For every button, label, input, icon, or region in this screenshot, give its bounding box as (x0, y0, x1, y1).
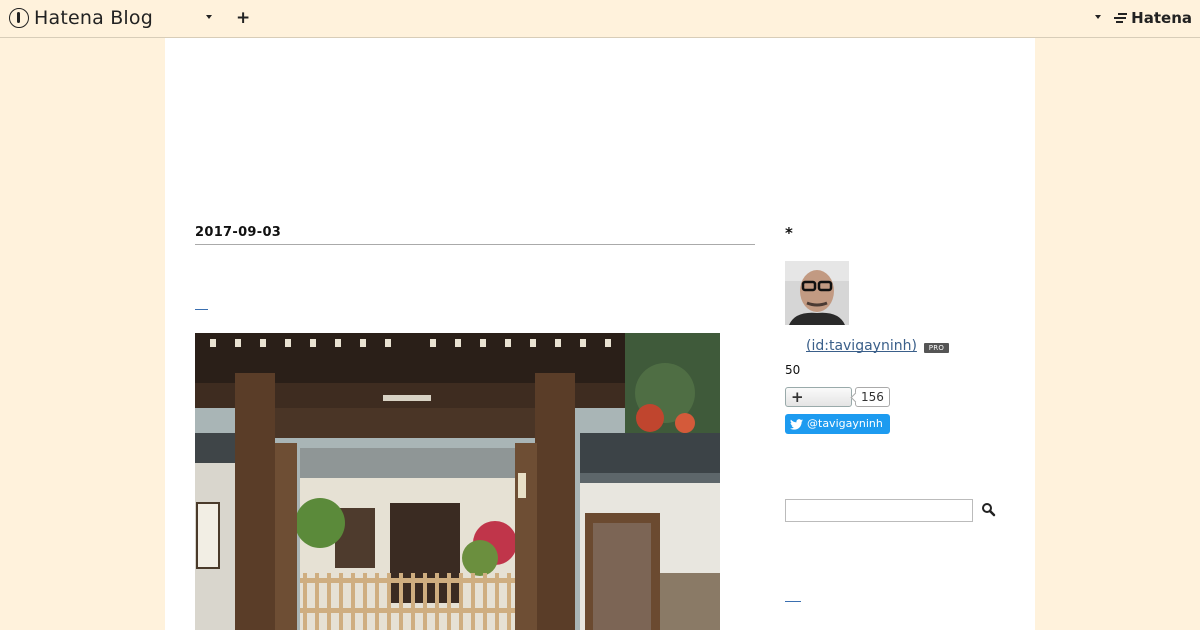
blog-menu-caret-icon[interactable] (206, 15, 212, 19)
twitter-follow-button[interactable]: @tavigayninh (785, 414, 890, 434)
hatena-icon (1114, 12, 1128, 24)
avatar[interactable] (785, 261, 849, 325)
blog-page: 2017-09-03 * (id:tavigayninh) PRO 50 + 1… (165, 38, 1035, 630)
pro-badge: PRO (924, 343, 949, 353)
subscribe-button[interactable]: + (785, 387, 852, 407)
entry-title-link[interactable] (195, 308, 208, 310)
search-icon (982, 503, 996, 517)
twitter-handle: @tavigayninh (807, 417, 883, 430)
temple-gate-photo (195, 333, 720, 630)
subscriber-count: 156 (855, 387, 890, 407)
hatena-link[interactable]: Hatena (1114, 9, 1192, 27)
add-button[interactable]: + (236, 8, 250, 28)
sidebar-link[interactable] (785, 600, 801, 602)
hatena-blog-logo-icon (9, 8, 29, 28)
user-menu-caret-icon[interactable] (1095, 15, 1101, 19)
twitter-bird-icon (790, 418, 803, 430)
hatena-blog-logo[interactable]: Hatena Blog (9, 7, 153, 29)
global-header: Hatena Blog + Hatena (0, 0, 1200, 38)
sidebar-section-title: * (785, 224, 793, 242)
profile-id-link[interactable]: (id:tavigayninh) (785, 338, 917, 354)
hatena-label: Hatena (1131, 9, 1192, 27)
search-input[interactable] (785, 499, 973, 522)
profile-photo-icon (785, 261, 849, 325)
subscribe-plus-icon: + (791, 388, 804, 406)
logo-text: Hatena Blog (34, 7, 153, 29)
follower-count: 50 (785, 363, 801, 377)
entry-photo (195, 333, 720, 630)
entry-date[interactable]: 2017-09-03 (195, 225, 755, 245)
search-button[interactable] (980, 501, 998, 519)
